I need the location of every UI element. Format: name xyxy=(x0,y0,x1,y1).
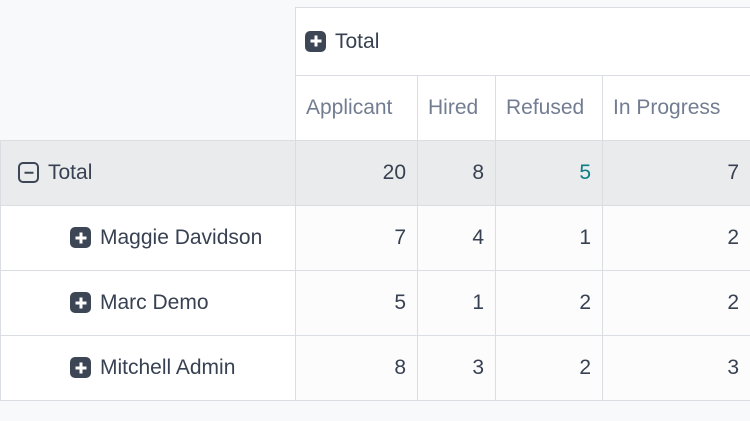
corner-cell xyxy=(1,76,296,141)
cell-value[interactable]: 7 xyxy=(296,206,418,271)
cell-value[interactable]: 8 xyxy=(296,336,418,401)
cell-value[interactable]: 3 xyxy=(603,336,750,401)
measure-header-row: Applicant Hired Refused In Progress xyxy=(1,76,750,141)
measure-header-hired[interactable]: Hired xyxy=(418,76,496,141)
cell-value[interactable]: 2 xyxy=(603,206,750,271)
row-header-total[interactable]: Total xyxy=(1,141,296,206)
measure-header-in-progress[interactable]: In Progress xyxy=(603,76,750,141)
collapse-minus-icon xyxy=(18,162,39,183)
cell-total-in-progress[interactable]: 7 xyxy=(603,141,750,206)
row-header-marc-demo[interactable]: Marc Demo xyxy=(1,271,296,336)
expand-plus-icon xyxy=(70,227,91,248)
measure-header-refused[interactable]: Refused xyxy=(496,76,603,141)
expand-plus-icon xyxy=(70,357,91,378)
measure-header-applicant[interactable]: Applicant xyxy=(296,76,418,141)
row-label: Maggie Davidson xyxy=(100,226,262,249)
cell-total-refused[interactable]: 5 xyxy=(496,141,603,206)
cell-value[interactable]: 2 xyxy=(496,271,603,336)
column-group-row: Total xyxy=(1,8,750,76)
table-row-mitchell-admin: Mitchell Admin 8 3 2 3 xyxy=(1,336,750,401)
cell-total-hired[interactable]: 8 xyxy=(418,141,496,206)
cell-value[interactable]: 3 xyxy=(418,336,496,401)
cell-value[interactable]: 1 xyxy=(418,271,496,336)
cell-value[interactable]: 2 xyxy=(603,271,750,336)
row-header-mitchell-admin[interactable]: Mitchell Admin xyxy=(1,336,296,401)
row-label: Total xyxy=(48,161,92,184)
expand-plus-icon xyxy=(305,31,326,52)
row-header-maggie-davidson[interactable]: Maggie Davidson xyxy=(1,206,296,271)
column-header-total[interactable]: Total xyxy=(296,8,750,76)
table-row-total: Total 20 8 5 7 xyxy=(1,141,750,206)
cell-value[interactable]: 2 xyxy=(496,336,603,401)
row-label: Mitchell Admin xyxy=(100,356,235,379)
cell-value[interactable]: 1 xyxy=(496,206,603,271)
cell-value[interactable]: 4 xyxy=(418,206,496,271)
corner-cell xyxy=(1,8,296,76)
row-label: Marc Demo xyxy=(100,291,209,314)
column-group-label: Total xyxy=(335,30,379,53)
expand-plus-icon xyxy=(70,292,91,313)
cell-value[interactable]: 5 xyxy=(296,271,418,336)
cell-total-applicant[interactable]: 20 xyxy=(296,141,418,206)
table-row-marc-demo: Marc Demo 5 1 2 2 xyxy=(1,271,750,336)
table-row-maggie-davidson: Maggie Davidson 7 4 1 2 xyxy=(1,206,750,271)
pivot-table: Total Applicant Hired Refused In Progres… xyxy=(0,7,750,401)
